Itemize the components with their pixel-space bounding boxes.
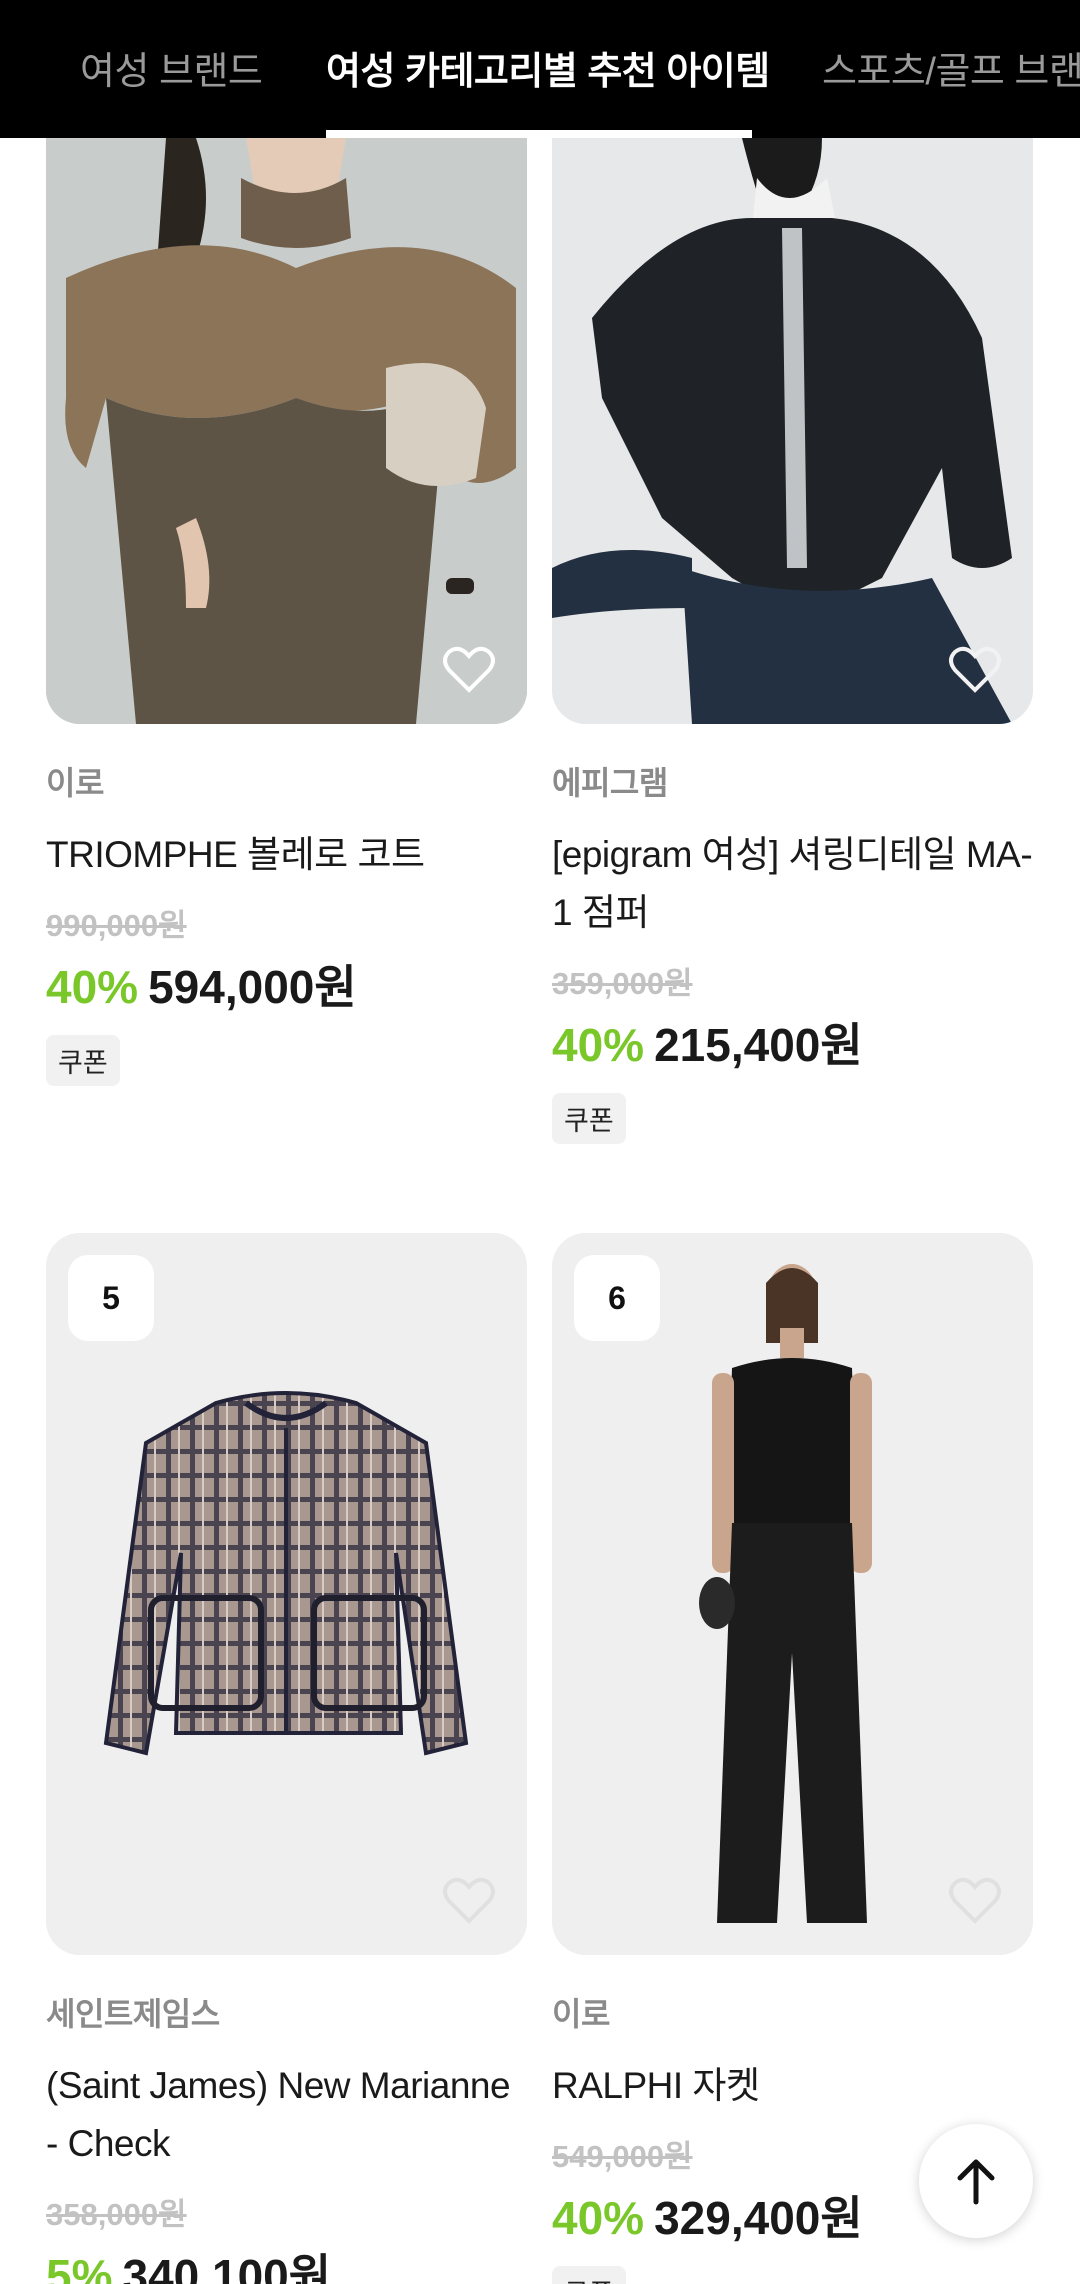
wishlist-heart-icon[interactable] (441, 644, 497, 694)
original-price: 990,000원 (46, 908, 187, 943)
product-brand: 이로 (46, 765, 104, 801)
sale-price: 329,400원 (654, 2192, 863, 2244)
tab-women-category-recommend[interactable]: 여성 카테고리별 추천 아이템 (326, 40, 770, 95)
sale-price: 594,000원 (148, 961, 357, 1013)
discount-rate: 40% (46, 961, 139, 1013)
rank-badge: 5 (68, 1255, 154, 1341)
model-in-black-ma1-jumper-image (552, 138, 1033, 724)
model-in-brown-bolero-coat-image (46, 138, 527, 724)
product-image[interactable] (552, 138, 1033, 724)
product-brand: 세인트제임스 (46, 1996, 220, 2032)
sale-price-line: 40% 215,400원 (552, 1009, 1033, 1075)
product-title[interactable]: RALPHI 자켓 (552, 2057, 1033, 2115)
discount-rate: 40% (552, 1019, 645, 1071)
sale-price-line: 5% 340,100원 (46, 2240, 527, 2284)
discount-rate: 40% (552, 2192, 645, 2244)
active-tab-indicator (326, 130, 752, 138)
product-card[interactable]: 에피그램 [epigram 여성] 셔링디테일 MA-1 점퍼 359,000원… (552, 138, 1033, 1144)
product-brand: 에피그램 (552, 765, 668, 801)
original-price: 358,000원 (46, 2197, 187, 2232)
sale-price-line: 40% 594,000원 (46, 951, 527, 1017)
product-title[interactable]: [epigram 여성] 셔링디테일 MA-1 점퍼 (552, 826, 1033, 942)
coupon-badge: 쿠폰 (46, 1035, 120, 1086)
coupon-badge: 쿠폰 (552, 1093, 626, 1144)
wishlist-heart-icon[interactable] (441, 1875, 497, 1925)
discount-rate: 5% (46, 2250, 113, 2284)
product-image[interactable]: 6 (552, 1233, 1033, 1955)
original-price: 359,000원 (552, 966, 693, 1001)
coupon-badge: 쿠폰 (552, 2266, 626, 2284)
wishlist-heart-icon[interactable] (947, 644, 1003, 694)
product-image[interactable] (46, 138, 527, 724)
product-image[interactable]: 5 (46, 1233, 527, 1955)
tab-women-brand[interactable]: 여성 브랜드 (80, 40, 263, 95)
product-title[interactable]: (Saint James) New Marianne - Check (46, 2057, 527, 2173)
scroll-to-top-button[interactable] (919, 2124, 1033, 2238)
tab-sports-golf-brand[interactable]: 스포츠/골프 브랜드 (822, 40, 1080, 95)
check-quilted-jacket-image (46, 1233, 527, 1955)
product-card[interactable]: 5 세인트제임스 (Saint James) New Marianne - Ch… (46, 1233, 527, 2284)
sale-price: 215,400원 (654, 1019, 863, 1071)
category-tab-bar: 템 여성 브랜드 여성 카테고리별 추천 아이템 스포츠/골프 브랜드 (0, 0, 1080, 138)
arrow-up-icon (957, 2159, 995, 2205)
model-in-black-vest-pants-image (552, 1233, 1033, 1955)
product-card[interactable]: 이로 TRIOMPHE 볼레로 코트 990,000원 40% 594,000원 … (46, 138, 527, 1086)
sale-price: 340,100원 (122, 2250, 332, 2284)
wishlist-heart-icon[interactable] (947, 1875, 1003, 1925)
product-brand: 이로 (552, 1996, 610, 2032)
rank-badge: 6 (574, 1255, 660, 1341)
product-title[interactable]: TRIOMPHE 볼레로 코트 (46, 826, 527, 884)
